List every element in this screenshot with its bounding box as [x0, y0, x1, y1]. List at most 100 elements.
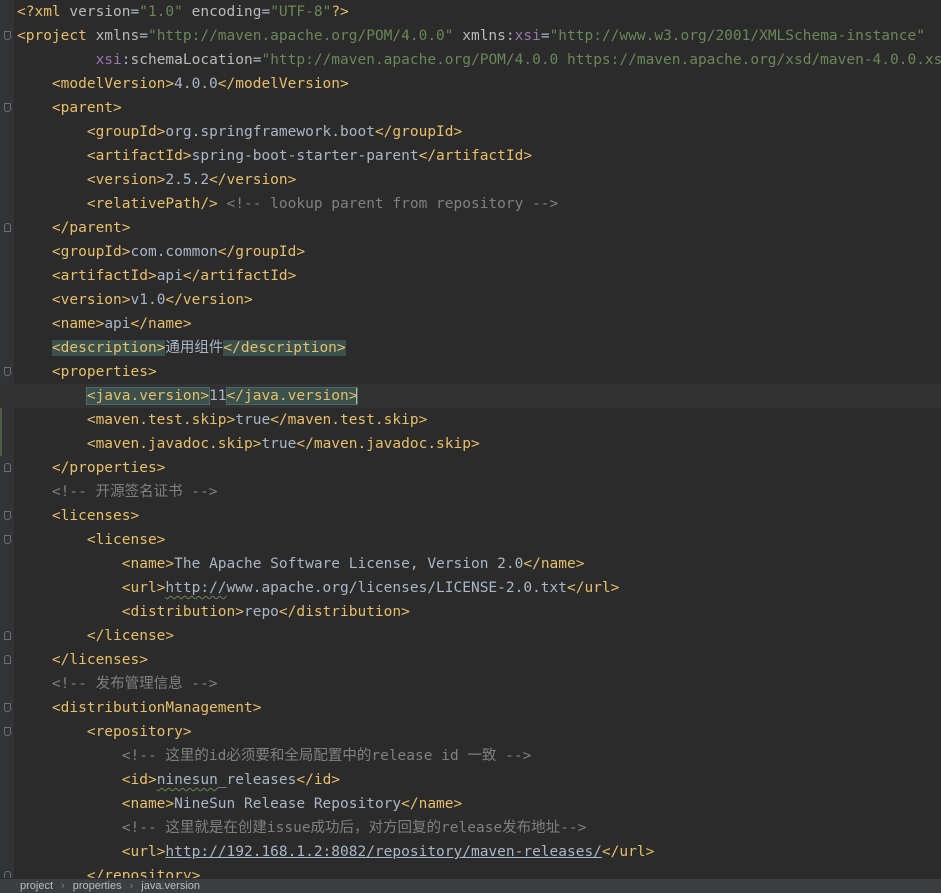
code-line[interactable]: <maven.test.skip>true</maven.test.skip>: [0, 408, 941, 432]
code-token: <maven.test.skip>: [86, 412, 236, 428]
code-token: xsi: [514, 28, 541, 44]
fold-start-icon[interactable]: [4, 535, 11, 544]
fold-start-icon[interactable]: [4, 367, 11, 376]
code-line-text[interactable]: </license>: [17, 624, 174, 648]
code-line[interactable]: <artifactId>spring-boot-starter-parent</…: [0, 144, 941, 168]
code-line[interactable]: <groupId>com.common</groupId>: [0, 240, 941, 264]
code-line-text[interactable]: </licenses>: [17, 648, 148, 672]
fold-end-icon[interactable]: [4, 871, 11, 878]
code-line[interactable]: </licenses>: [0, 648, 941, 672]
code-token: <artifactId>: [86, 148, 192, 164]
code-line[interactable]: <url>http://192.168.1.2:8082/repository/…: [0, 840, 941, 864]
code-line[interactable]: <modelVersion>4.0.0</modelVersion>: [0, 72, 941, 96]
code-line[interactable]: <url>http://www.apache.org/licenses/LICE…: [0, 576, 941, 600]
code-line-text[interactable]: <name>The Apache Software License, Versi…: [17, 552, 585, 576]
breadcrumb-item[interactable]: java.version: [141, 880, 200, 892]
code-line-text[interactable]: <version>2.5.2</version>: [17, 168, 297, 192]
code-line[interactable]: <distribution>repo</distribution>: [0, 600, 941, 624]
code-token: 11: [209, 388, 227, 404]
code-line-text[interactable]: <java.version>11</java.version>: [17, 384, 359, 408]
fold-end-icon[interactable]: [4, 655, 11, 664]
code-line[interactable]: <!-- 这里就是在创建issue成功后，对方回复的release发布地址-->: [0, 816, 941, 840]
breadcrumb-item[interactable]: properties: [73, 880, 122, 892]
code-line[interactable]: <id>ninesun_releases</id>: [0, 768, 941, 792]
code-line[interactable]: </properties>: [0, 456, 941, 480]
code-line-text[interactable]: <!-- 发布管理信息 -->: [17, 672, 218, 696]
code-line[interactable]: <name>The Apache Software License, Versi…: [0, 552, 941, 576]
code-line[interactable]: <repository>: [0, 720, 941, 744]
code-line[interactable]: <name>api</name>: [0, 312, 941, 336]
code-line[interactable]: <!-- 开源签名证书 -->: [0, 480, 941, 504]
code-line[interactable]: <maven.javadoc.skip>true</maven.javadoc.…: [0, 432, 941, 456]
code-line-text[interactable]: <parent>: [17, 96, 122, 120]
code-line-text[interactable]: <distribution>repo</distribution>: [17, 600, 410, 624]
code-line[interactable]: <project xmlns="http://maven.apache.org/…: [0, 24, 941, 48]
code-line-text[interactable]: <artifactId>spring-boot-starter-parent</…: [17, 144, 532, 168]
code-line-text[interactable]: <maven.test.skip>true</maven.test.skip>: [17, 408, 427, 432]
fold-end-icon[interactable]: [4, 223, 11, 232]
code-line-text[interactable]: <version>v1.0</version>: [17, 288, 253, 312]
breadcrumb-item[interactable]: project: [20, 880, 53, 892]
breadcrumb-separator-icon: ›: [129, 880, 134, 892]
code-line-text[interactable]: <license>: [17, 528, 166, 552]
code-line[interactable]: </license>: [0, 624, 941, 648]
code-line-text[interactable]: <description>通用组件</description>: [17, 336, 346, 360]
code-line-text[interactable]: </repository>: [17, 864, 201, 878]
fold-start-icon[interactable]: [4, 31, 11, 40]
code-line-text[interactable]: </parent>: [17, 216, 131, 240]
code-line-text[interactable]: <id>ninesun_releases</id>: [17, 768, 340, 792]
code-line[interactable]: </repository>: [0, 864, 941, 878]
code-line-text[interactable]: <properties>: [17, 360, 157, 384]
code-line-text[interactable]: <groupId>org.springframework.boot</group…: [17, 120, 462, 144]
code-token: </url>: [567, 580, 620, 596]
fold-end-icon[interactable]: [4, 463, 11, 472]
code-line[interactable]: </parent>: [0, 216, 941, 240]
code-line[interactable]: <relativePath/> <!-- lookup parent from …: [0, 192, 941, 216]
code-line-text[interactable]: xsi:schemaLocation="http://maven.apache.…: [17, 48, 941, 72]
code-line[interactable]: <properties>: [0, 360, 941, 384]
code-line-text[interactable]: <name>api</name>: [17, 312, 192, 336]
code-line[interactable]: <groupId>org.springframework.boot</group…: [0, 120, 941, 144]
code-line-text[interactable]: <!-- 这里的id必须要和全局配置中的release id 一致 -->: [17, 744, 532, 768]
code-line-text[interactable]: <licenses>: [17, 504, 139, 528]
code-line-text[interactable]: </properties>: [17, 456, 166, 480]
code-line[interactable]: <artifactId>api</artifactId>: [0, 264, 941, 288]
code-line-text[interactable]: <relativePath/> <!-- lookup parent from …: [17, 192, 558, 216]
code-line[interactable]: <licenses>: [0, 504, 941, 528]
fold-end-icon[interactable]: [4, 631, 11, 640]
fold-start-icon[interactable]: [4, 727, 11, 736]
code-line-text[interactable]: <groupId>com.common</groupId>: [17, 240, 305, 264]
code-line-text[interactable]: <name>NineSun Release Repository</name>: [17, 792, 462, 816]
code-line-text[interactable]: <url>http://www.apache.org/licenses/LICE…: [17, 576, 620, 600]
code-line[interactable]: <!-- 发布管理信息 -->: [0, 672, 941, 696]
code-line-text[interactable]: <project xmlns="http://maven.apache.org/…: [17, 24, 925, 48]
code-line[interactable]: xsi:schemaLocation="http://maven.apache.…: [0, 48, 941, 72]
code-line[interactable]: <description>通用组件</description>: [0, 336, 941, 360]
code-line[interactable]: <!-- 这里的id必须要和全局配置中的release id 一致 -->: [0, 744, 941, 768]
code-token: <license>: [86, 532, 166, 548]
code-line[interactable]: <?xml version="1.0" encoding="UTF-8"?>: [0, 0, 941, 24]
code-editor[interactable]: <?xml version="1.0" encoding="UTF-8"?> <p…: [0, 0, 941, 878]
code-line[interactable]: <distributionManagement>: [0, 696, 941, 720]
code-line-text[interactable]: <modelVersion>4.0.0</modelVersion>: [17, 72, 349, 96]
code-line[interactable]: <parent>: [0, 96, 941, 120]
code-line-text[interactable]: <maven.javadoc.skip>true</maven.javadoc.…: [17, 432, 480, 456]
fold-start-icon[interactable]: [4, 703, 11, 712]
code-line-text[interactable]: <repository>: [17, 720, 192, 744]
code-line-text[interactable]: <!-- 开源签名证书 -->: [17, 480, 218, 504]
code-line-text[interactable]: <distributionManagement>: [17, 696, 262, 720]
code-line-text[interactable]: <url>http://192.168.1.2:8082/repository/…: [17, 840, 655, 864]
code-line-text[interactable]: <!-- 这里就是在创建issue成功后，对方回复的release发布地址-->: [17, 816, 587, 840]
code-line[interactable]: <license>: [0, 528, 941, 552]
code-line[interactable]: <version>2.5.2</version>: [0, 168, 941, 192]
code-line-text[interactable]: <?xml version="1.0" encoding="UTF-8"?>: [17, 0, 349, 24]
code-token: </name>: [523, 556, 585, 572]
code-line[interactable]: <version>v1.0</version>: [0, 288, 941, 312]
code-line[interactable]: <name>NineSun Release Repository</name>: [0, 792, 941, 816]
fold-start-icon[interactable]: [4, 103, 11, 112]
code-token: </groupId>: [374, 124, 463, 140]
code-line-text[interactable]: <artifactId>api</artifactId>: [17, 264, 296, 288]
fold-start-icon[interactable]: [4, 511, 11, 520]
code-line[interactable]: <java.version>11</java.version>: [0, 384, 941, 408]
